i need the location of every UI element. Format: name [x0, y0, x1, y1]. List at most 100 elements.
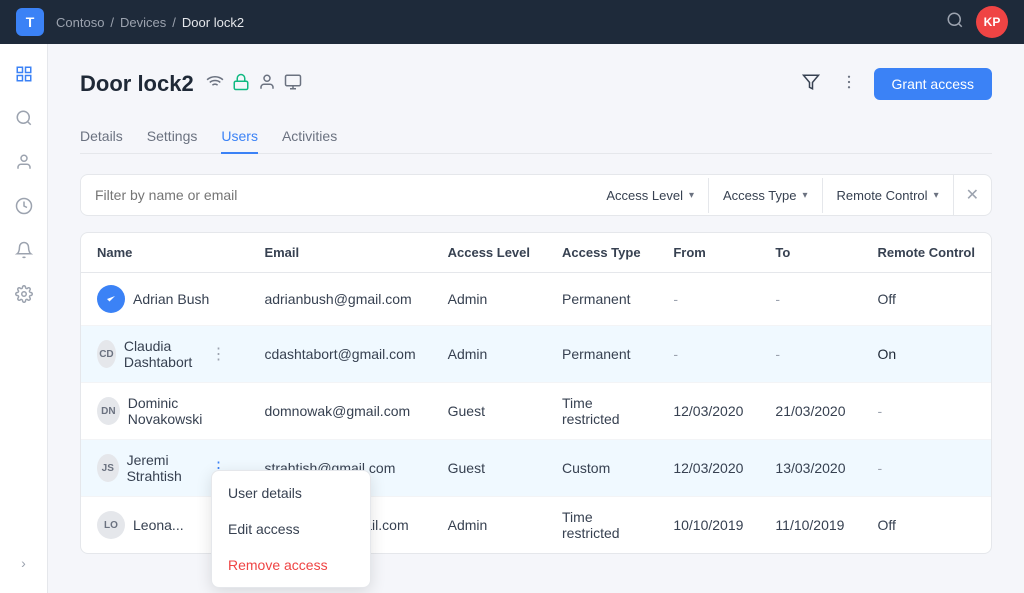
user-avatar[interactable]: KP: [976, 6, 1008, 38]
avatar: DN: [97, 397, 120, 425]
cell-access-type: Time restricted: [546, 383, 657, 440]
cell-from: 12/03/2020: [657, 440, 759, 497]
sidebar: ›: [0, 44, 48, 593]
lock-icon: [232, 73, 250, 96]
cell-email: domnowak@gmail.com: [248, 383, 431, 440]
cell-access-level: Admin: [432, 497, 546, 554]
cell-name: Adrian Bush: [81, 273, 248, 326]
cell-access-level: Guest: [432, 383, 546, 440]
user-name: Claudia Dashtabort: [124, 338, 205, 370]
col-remote-control: Remote Control: [861, 233, 991, 273]
remote-control-chevron: ▾: [934, 190, 939, 201]
app-logo[interactable]: T: [16, 8, 44, 36]
col-to: To: [759, 233, 861, 273]
col-name: Name: [81, 233, 248, 273]
cell-email: adrianbush@gmail.com: [248, 273, 431, 326]
cell-remote-control: Off: [861, 273, 991, 326]
cell-remote-control: -: [861, 440, 991, 497]
breadcrumb-devices[interactable]: Devices: [120, 15, 166, 30]
user-name: Leona...: [133, 517, 184, 533]
row-menu-button[interactable]: ⋮: [204, 342, 232, 366]
filter-button[interactable]: [798, 69, 824, 100]
cell-to: 11/10/2019: [759, 497, 861, 554]
page-actions: Grant access: [798, 68, 992, 100]
sidebar-icon-person[interactable]: [6, 144, 42, 180]
col-access-type: Access Type: [546, 233, 657, 273]
main-content: Door lock2: [48, 44, 1024, 593]
cell-to: 13/03/2020: [759, 440, 861, 497]
page-title: Door lock2: [80, 71, 194, 97]
cell-access-type: Permanent: [546, 273, 657, 326]
user-name: Dominic Novakowski: [128, 395, 233, 427]
wifi-icon: [206, 73, 224, 96]
cell-access-level: Admin: [432, 326, 546, 383]
access-level-chevron: ▾: [689, 190, 694, 201]
context-menu-user-details[interactable]: User details: [212, 475, 370, 511]
page-tabs: Details Settings Users Activities: [80, 120, 992, 154]
cell-access-type: Permanent: [546, 326, 657, 383]
user-name: Adrian Bush: [133, 291, 209, 307]
cell-from: 10/10/2019: [657, 497, 759, 554]
sidebar-icon-grid[interactable]: [6, 56, 42, 92]
sidebar-icon-settings[interactable]: [6, 276, 42, 312]
cell-to: -: [759, 326, 861, 383]
filter-search-input[interactable]: [81, 177, 592, 213]
avatar: CD: [97, 340, 116, 368]
cell-name: JS Jeremi Strahtish ⋮ User details Edit …: [81, 440, 248, 497]
table-row: Adrian Bush adrianbush@gmail.com Admin P…: [81, 273, 991, 326]
filter-bar: Access Level ▾ Access Type ▾ Remote Cont…: [80, 174, 992, 216]
cell-access-type: Custom: [546, 440, 657, 497]
cell-name: DN Dominic Novakowski: [81, 383, 248, 440]
sidebar-icon-search[interactable]: [6, 100, 42, 136]
cell-from: -: [657, 326, 759, 383]
cell-access-level: Admin: [432, 273, 546, 326]
topbar: T Contoso / Devices / Door lock2 KP: [0, 0, 1024, 44]
grant-access-button[interactable]: Grant access: [874, 68, 992, 100]
remote-control-dropdown[interactable]: Remote Control ▾: [822, 178, 953, 213]
device-icons: [206, 73, 302, 96]
cell-from: -: [657, 273, 759, 326]
cell-to: -: [759, 273, 861, 326]
avatar: [97, 285, 125, 313]
avatar: LO: [97, 511, 125, 539]
avatar: JS: [97, 454, 119, 482]
breadcrumb-contoso[interactable]: Contoso: [56, 15, 104, 30]
tab-settings[interactable]: Settings: [147, 120, 198, 154]
table-row: JS Jeremi Strahtish ⋮ User details Edit …: [81, 440, 991, 497]
cell-access-type: Time restricted: [546, 497, 657, 554]
users-table: Name Email Access Level Access Type From…: [80, 232, 992, 554]
more-options-button[interactable]: [836, 69, 862, 100]
cell-name: CD Claudia Dashtabort ⋮: [81, 326, 248, 383]
table-row: DN Dominic Novakowski domnowak@gmail.com…: [81, 383, 991, 440]
cell-remote-control: Off: [861, 497, 991, 554]
col-from: From: [657, 233, 759, 273]
access-type-chevron: ▾: [802, 190, 807, 201]
cell-remote-control: -: [861, 383, 991, 440]
page-header: Door lock2: [80, 68, 992, 100]
tab-users[interactable]: Users: [221, 120, 258, 154]
context-menu: User details Edit access Remove access: [211, 470, 371, 588]
cell-access-level: Guest: [432, 440, 546, 497]
user-icon: [258, 73, 276, 96]
breadcrumb-current: Door lock2: [182, 15, 244, 30]
cell-remote-control: On: [861, 326, 991, 383]
display-icon: [284, 73, 302, 96]
col-access-level: Access Level: [432, 233, 546, 273]
cell-from: 12/03/2020: [657, 383, 759, 440]
context-menu-edit-access[interactable]: Edit access: [212, 511, 370, 547]
context-menu-remove-access[interactable]: Remove access: [212, 547, 370, 583]
sidebar-icon-bell[interactable]: [6, 232, 42, 268]
col-email: Email: [248, 233, 431, 273]
tab-details[interactable]: Details: [80, 120, 123, 154]
cell-to: 21/03/2020: [759, 383, 861, 440]
search-icon[interactable]: [946, 11, 964, 34]
tab-activities[interactable]: Activities: [282, 120, 337, 154]
access-type-dropdown[interactable]: Access Type ▾: [708, 178, 822, 213]
filter-close-button[interactable]: ✕: [953, 175, 991, 215]
user-name: Jeremi Strahtish: [127, 452, 205, 484]
table-row: CD Claudia Dashtabort ⋮ cdashtabort@gmai…: [81, 326, 991, 383]
sidebar-expand-btn[interactable]: ›: [6, 545, 42, 581]
access-level-dropdown[interactable]: Access Level ▾: [592, 178, 708, 213]
cell-email: cdashtabort@gmail.com: [248, 326, 431, 383]
sidebar-icon-clock[interactable]: [6, 188, 42, 224]
